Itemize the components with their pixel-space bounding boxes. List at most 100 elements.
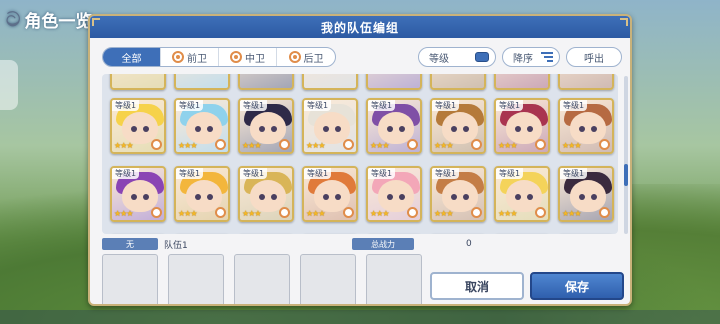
tab-all[interactable]: 全部: [103, 48, 161, 66]
character-card[interactable]: 等级1 ★★★: [238, 166, 294, 222]
character-card[interactable]: 等级1 ★★★: [366, 166, 422, 222]
card-level: 等级1: [112, 100, 140, 111]
character-card[interactable]: 等级1 ★★★: [494, 166, 550, 222]
sort-order-button[interactable]: 降序: [502, 47, 560, 67]
bottom-nav-strip: [0, 310, 720, 324]
position-icon: [471, 207, 482, 218]
position-icon: [535, 139, 546, 150]
tab-middle[interactable]: 中卫: [219, 48, 277, 66]
filter-bar: 全部 前卫 中卫 后卫 等级 降序 呼出: [102, 46, 622, 68]
character-eye: [131, 194, 137, 200]
team-name[interactable]: 队伍1: [164, 238, 294, 251]
character-card[interactable]: 等级1 ★★★: [430, 98, 486, 154]
character-eye: [579, 126, 585, 132]
tab-back[interactable]: 后卫: [277, 48, 335, 66]
position-icon: [151, 207, 162, 218]
character-eye: [387, 126, 393, 132]
card-level: 等级1: [176, 168, 204, 179]
character-eye: [207, 194, 213, 200]
character-card[interactable]: 等级1 ★★★: [302, 166, 358, 222]
scrollbar-thumb[interactable]: [624, 164, 628, 186]
card-level: 等级1: [368, 168, 396, 179]
team-slot-2[interactable]: [168, 254, 224, 304]
character-roster[interactable]: 等级1 ★★★ 等级1 ★★★ 等级1 ★★★ 等级1 ★★★ 等级1 ★★★ 等级1 ★★★ 等级1 ★…: [102, 74, 618, 234]
character-eye: [143, 194, 149, 200]
card-level: 等级1: [240, 168, 268, 179]
character-card[interactable]: 等级1 ★★★: [494, 98, 550, 154]
character-eye: [259, 194, 265, 200]
team-slot-3[interactable]: [234, 254, 290, 304]
save-label: 保存: [564, 279, 589, 294]
character-card[interactable]: [494, 74, 550, 90]
cancel-button[interactable]: 取消: [430, 272, 524, 300]
call-label: 呼出: [584, 53, 604, 65]
star-rating: ★★★: [242, 209, 261, 218]
team-slot-5[interactable]: [366, 254, 422, 304]
character-card[interactable]: [302, 74, 358, 90]
team-slot-1[interactable]: [102, 254, 158, 304]
card-level: 等级1: [496, 100, 524, 111]
character-card[interactable]: 等级1 ★★★: [558, 98, 614, 154]
character-card[interactable]: [430, 74, 486, 90]
character-card[interactable]: 等级1 ★★★: [238, 98, 294, 154]
card-level: 等级1: [304, 168, 332, 179]
toggle-icon: [475, 52, 489, 62]
call-out-button[interactable]: 呼出: [566, 47, 622, 67]
character-card[interactable]: 等级1 ★★★: [110, 166, 166, 222]
save-button[interactable]: 保存: [530, 272, 624, 300]
sort-label: 降序: [513, 53, 533, 65]
character-card[interactable]: [110, 74, 166, 90]
position-icon: [279, 207, 290, 218]
card-level: 等级1: [560, 168, 588, 179]
position-icon: [407, 139, 418, 150]
card-level: 等级1: [240, 100, 268, 111]
star-rating: ★★★: [114, 141, 133, 150]
tab-label: 后卫: [303, 53, 324, 65]
character-card[interactable]: [558, 74, 614, 90]
star-rating: ★★★: [562, 209, 581, 218]
dialog-header: 我的队伍编组: [90, 16, 630, 38]
corner-ornament: [92, 18, 100, 26]
corner-ornament: [620, 18, 628, 26]
star-rating: ★★★: [242, 141, 261, 150]
character-card[interactable]: 等级1 ★★★: [174, 98, 230, 154]
character-eye: [271, 126, 277, 132]
dialog-title: 我的队伍编组: [320, 20, 399, 35]
tab-front[interactable]: 前卫: [161, 48, 219, 66]
back-role-icon: [288, 51, 301, 63]
star-rating: ★★★: [370, 209, 389, 218]
character-eye: [259, 126, 265, 132]
card-level: 等级1: [176, 100, 204, 111]
card-level: 等级1: [432, 100, 460, 111]
side-menu-handle[interactable]: [0, 60, 18, 110]
character-card[interactable]: 等级1 ★★★: [110, 98, 166, 154]
character-card[interactable]: [366, 74, 422, 90]
level-filter-button[interactable]: 等级: [418, 47, 496, 67]
character-eye: [335, 126, 341, 132]
team-info-bar: 无 队伍1 总战力 0: [102, 238, 618, 251]
character-card[interactable]: [174, 74, 230, 90]
character-eye: [579, 194, 585, 200]
roster-row-partial: [110, 74, 614, 90]
team-edit-dialog: 我的队伍编组 全部 前卫 中卫 后卫 等级 降序 呼出 等级1 ★★★ 等级1 …: [88, 14, 632, 306]
character-card[interactable]: 等级1 ★★★: [558, 166, 614, 222]
character-eye: [335, 194, 341, 200]
character-eye: [387, 194, 393, 200]
card-level: 等级1: [432, 168, 460, 179]
character-card[interactable]: [238, 74, 294, 90]
character-card[interactable]: 等级1 ★★★: [366, 98, 422, 154]
star-rating: ★★★: [114, 209, 133, 218]
team-slot-4[interactable]: [300, 254, 356, 304]
position-icon: [279, 139, 290, 150]
character-eye: [591, 126, 597, 132]
character-card[interactable]: 等级1 ★★★: [430, 166, 486, 222]
character-card[interactable]: 等级1 ★★★: [302, 98, 358, 154]
character-card[interactable]: 等级1 ★★★: [174, 166, 230, 222]
star-rating: ★★★: [498, 141, 517, 150]
sort-controls: 等级 降序 呼出: [418, 47, 622, 67]
position-icon: [215, 207, 226, 218]
roster-scrollbar[interactable]: [624, 76, 628, 234]
background-title: ට 角色一览: [6, 4, 96, 34]
middle-role-icon: [230, 51, 242, 63]
position-icon: [343, 139, 354, 150]
